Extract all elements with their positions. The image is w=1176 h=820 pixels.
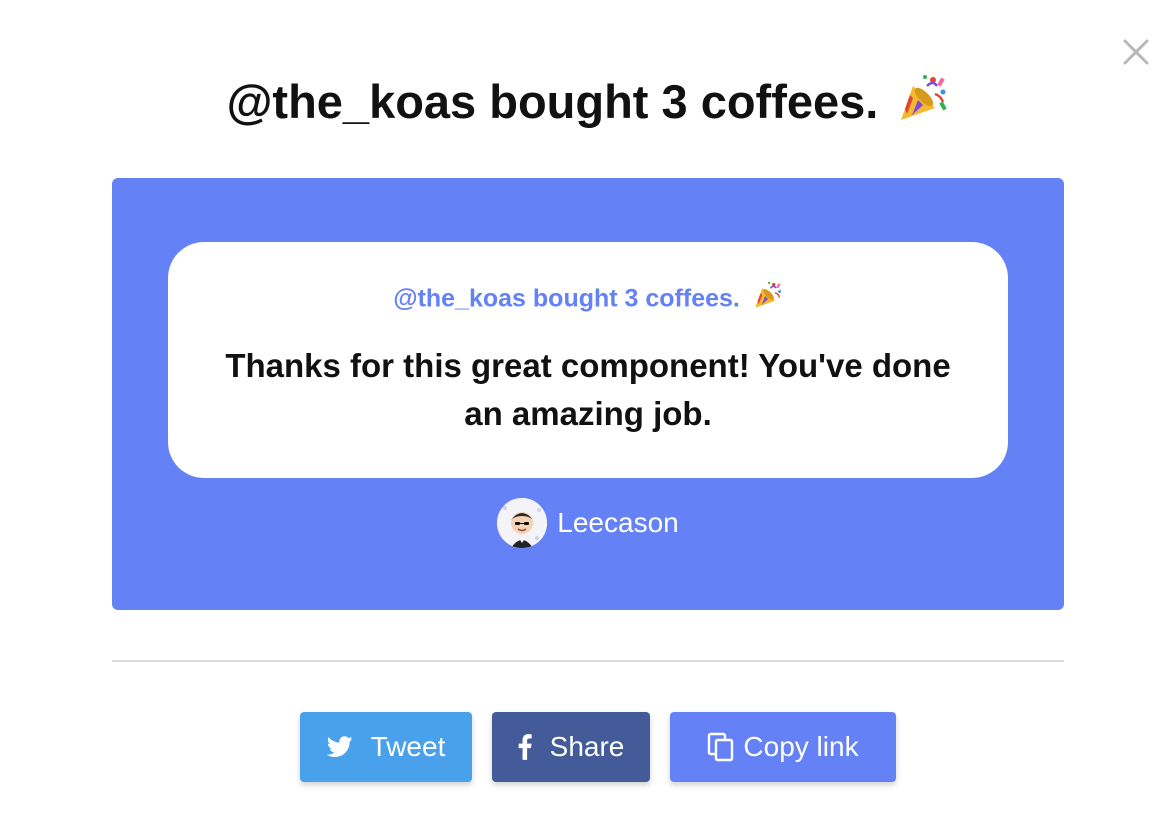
copy-link-button[interactable]: Copy link: [670, 712, 896, 782]
card-message: Thanks for this great component! You've …: [225, 347, 951, 432]
close-icon: [1123, 39, 1149, 65]
copy-icon: [707, 732, 735, 762]
page-title: @the_koas bought 3 coffees.: [0, 70, 1176, 140]
divider: [112, 660, 1064, 662]
supporter-panel: @the_koas bought 3 coffees. Thanks for t…: [112, 178, 1064, 610]
share-label: Share: [549, 731, 625, 762]
facebook-icon: [518, 734, 532, 760]
close-button[interactable]: [1120, 36, 1152, 68]
twitter-icon: [326, 736, 353, 758]
author-name: Leecason: [557, 507, 679, 538]
author: Leecason: [112, 498, 1064, 548]
headline-text: @the_koas bought 3 coffees.: [226, 75, 879, 128]
facebook-share-button[interactable]: Share: [492, 712, 650, 782]
card-title: @the_koas bought 3 coffees.: [168, 280, 1008, 320]
message-card: @the_koas bought 3 coffees. Thanks for t…: [168, 242, 1008, 478]
tweet-label: Tweet: [370, 731, 446, 762]
avatar: [497, 498, 548, 548]
party-popper-icon: [897, 72, 949, 140]
support-modal: @the_koas bought 3 coffees. @the_koas bo…: [0, 0, 1176, 820]
party-popper-icon: [753, 280, 783, 320]
copy-link-label: Copy link: [743, 731, 859, 762]
card-title-text: @the_koas bought 3 coffees.: [393, 284, 740, 313]
share-buttons: Tweet Share Copy link: [0, 712, 1176, 782]
tweet-button[interactable]: Tweet: [300, 712, 472, 782]
